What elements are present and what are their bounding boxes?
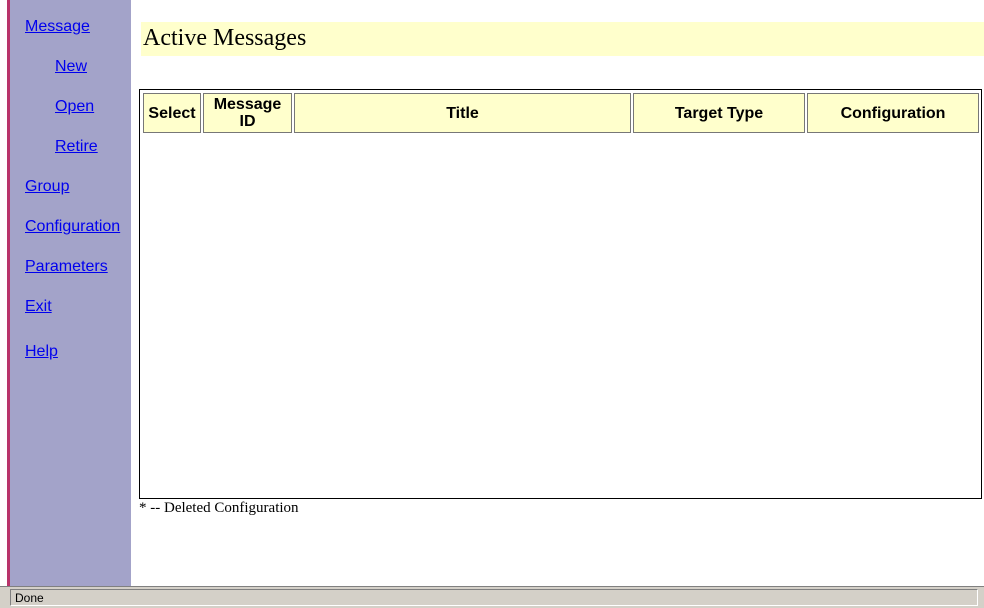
status-bar: Done (0, 586, 984, 608)
sidebar-link-new[interactable]: New (55, 57, 87, 77)
deleted-configuration-legend: * -- Deleted Configuration (139, 500, 299, 516)
sidebar-link-help[interactable]: Help (25, 342, 58, 362)
messages-table-container: Select Message ID Title Target Type Conf… (139, 89, 982, 499)
table-header-row: Select Message ID Title Target Type Conf… (143, 93, 979, 133)
status-text: Done (15, 591, 44, 605)
messages-table: Select Message ID Title Target Type Conf… (141, 91, 981, 135)
column-header-select: Select (143, 93, 201, 133)
window-left-edge (0, 0, 10, 586)
sidebar-link-parameters[interactable]: Parameters (25, 257, 108, 277)
column-header-title: Title (294, 93, 631, 133)
column-header-message-id-label: Message ID (213, 96, 282, 130)
page-title-bar: Active Messages (141, 22, 984, 56)
sidebar-nav: Message New Open Retire Group Configurat… (10, 0, 131, 586)
status-field: Done (10, 589, 978, 606)
sidebar-link-configuration[interactable]: Configuration (25, 217, 120, 237)
column-header-configuration: Configuration (807, 93, 979, 133)
main-content: Active Messages Select Message ID Title … (131, 0, 984, 586)
sidebar-link-retire[interactable]: Retire (55, 137, 98, 157)
column-header-target-type: Target Type (633, 93, 805, 133)
sidebar-link-group[interactable]: Group (25, 177, 69, 197)
sidebar-link-open[interactable]: Open (55, 97, 94, 117)
sidebar-link-message[interactable]: Message (25, 17, 90, 37)
page-title: Active Messages (143, 25, 307, 51)
column-header-message-id: Message ID (203, 93, 292, 133)
sidebar-link-exit[interactable]: Exit (25, 297, 52, 317)
